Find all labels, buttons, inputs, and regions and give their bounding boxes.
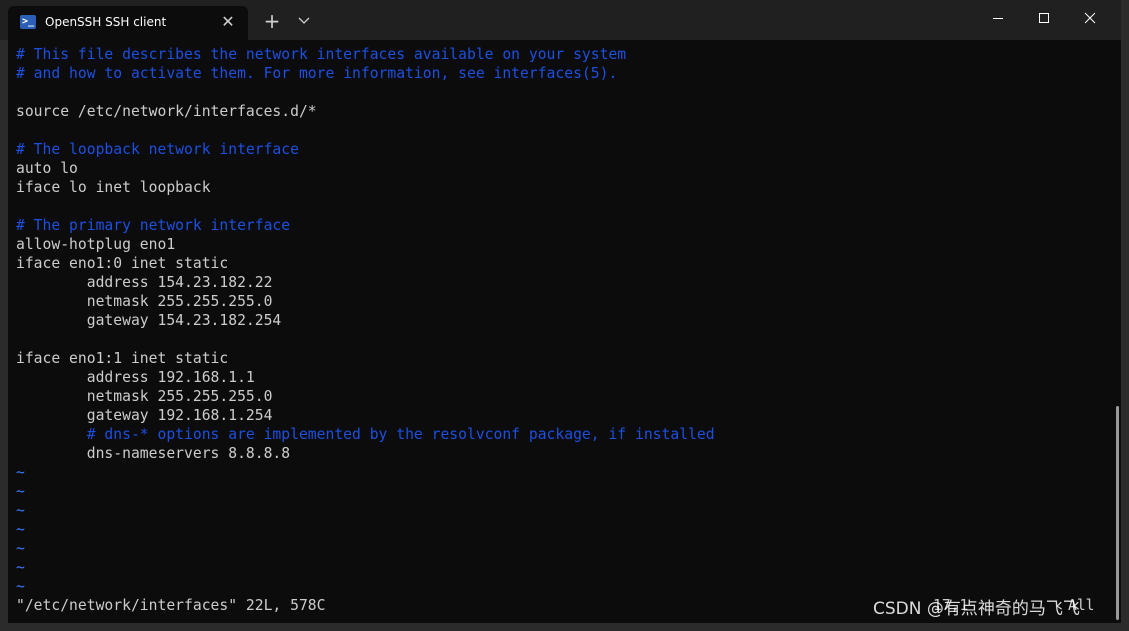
buffer-line: iface eno1:0 inet static — [16, 255, 229, 272]
powershell-icon: >_ — [20, 15, 36, 29]
buffer-line: # The primary network interface — [16, 217, 291, 234]
buffer-line: address 154.23.182.22 — [16, 274, 273, 291]
csdn-watermark: CSDN @有点神奇的马飞飞 — [873, 599, 1080, 619]
buffer-line: auto lo — [16, 160, 78, 177]
empty-buffer-line: ~ — [16, 521, 25, 538]
terminal-scrollbar[interactable] — [1115, 40, 1121, 620]
buffer-line: source /etc/network/interfaces.d/* — [16, 103, 317, 120]
tab-dropdown-button[interactable] — [293, 11, 315, 31]
new-tab-button[interactable]: + — [260, 10, 284, 32]
buffer-line: netmask 255.255.255.0 — [16, 293, 273, 310]
terminal-window: # This file describes the network interf… — [0, 0, 1129, 631]
buffer-line: netmask 255.255.255.0 — [16, 388, 273, 405]
tab-title: OpenSSH SSH client — [45, 15, 167, 29]
buffer-line: allow-hotplug eno1 — [16, 236, 176, 253]
tab-openssh[interactable]: >_ OpenSSH SSH client ✕ — [8, 6, 248, 40]
empty-buffer-line: ~ — [16, 464, 25, 481]
empty-buffer-line: ~ — [16, 559, 25, 576]
buffer-line: address 192.168.1.1 — [16, 369, 255, 386]
buffer-line: # and how to activate them. For more inf… — [16, 65, 618, 82]
buffer-line: gateway 154.23.182.254 — [16, 312, 282, 329]
close-window-button[interactable] — [1067, 0, 1113, 36]
buffer-line: iface lo inet loopback — [16, 179, 211, 196]
buffer-line: iface eno1:1 inet static — [16, 350, 229, 367]
minimize-button[interactable] — [975, 0, 1021, 36]
buffer-line: # dns-* options are implemented by the r… — [16, 426, 715, 443]
buffer-line: dns-nameservers 8.8.8.8 — [16, 445, 291, 462]
close-tab-icon[interactable]: ✕ — [218, 12, 238, 32]
maximize-icon — [1039, 13, 1049, 23]
close-icon — [1084, 12, 1096, 24]
buffer-line: # This file describes the network interf… — [16, 46, 627, 63]
empty-buffer-line: ~ — [16, 578, 25, 595]
scrollbar-thumb[interactable] — [1116, 406, 1119, 620]
empty-buffer-line: ~ — [16, 483, 25, 500]
chevron-down-icon — [298, 17, 310, 24]
vim-status-message: "/etc/network/interfaces" 22L, 578C — [16, 597, 326, 614]
buffer-line: gateway 192.168.1.254 — [16, 407, 273, 424]
title-bar: >_ OpenSSH SSH client ✕ + — [0, 0, 1121, 40]
maximize-button[interactable] — [1021, 0, 1067, 36]
buffer-line: # The loopback network interface — [16, 141, 299, 158]
empty-buffer-line: ~ — [16, 540, 25, 557]
empty-buffer-line: ~ — [16, 502, 25, 519]
minimize-icon — [993, 18, 1003, 19]
buffer-line — [16, 83, 1106, 102]
buffer-line — [16, 197, 1106, 216]
terminal-buffer[interactable]: # This file describes the network interf… — [16, 45, 1106, 623]
buffer-line — [16, 330, 1106, 349]
buffer-line — [16, 121, 1106, 140]
